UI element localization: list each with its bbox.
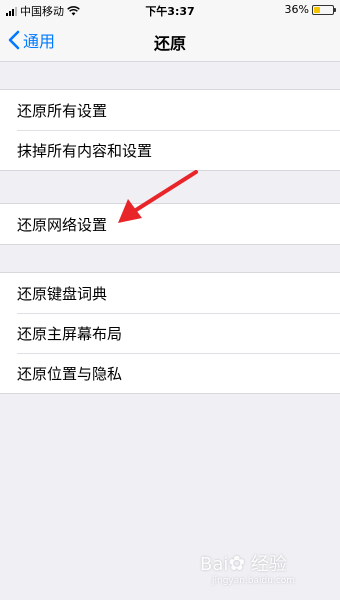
red-arrow-annotation [118, 170, 198, 223]
baidu-watermark-logo: Bai✿ 经验 [200, 551, 287, 575]
baidu-watermark-url: jingyan.baidu.com [212, 576, 296, 586]
